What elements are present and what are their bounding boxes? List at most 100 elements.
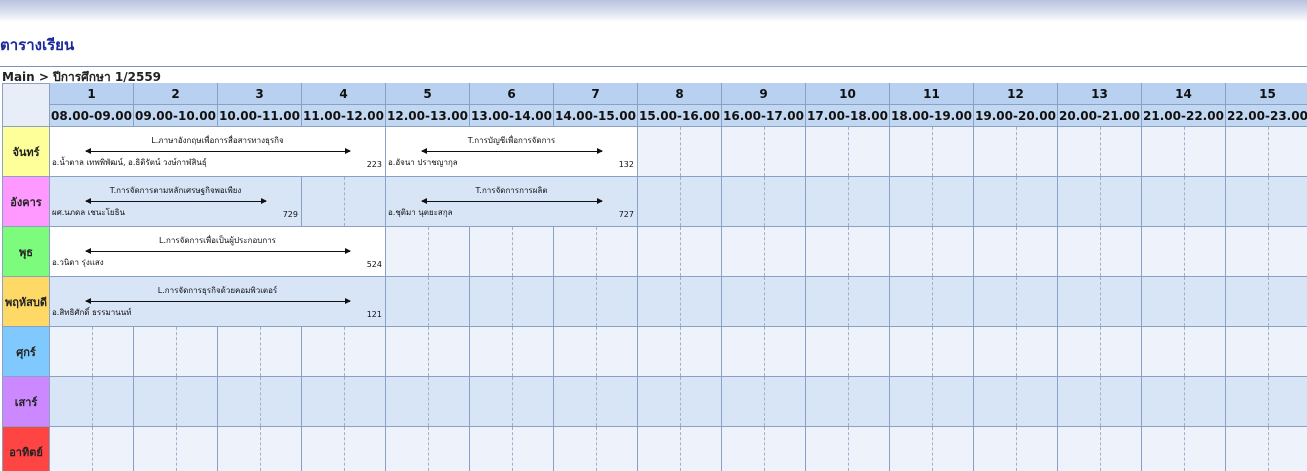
course-block[interactable]: T.การจัดการตามหลักเศรษฐกิจพอเพียง ผศ.นภดล…: [50, 177, 302, 227]
timetable-slot[interactable]: [722, 427, 806, 471]
timetable-slot[interactable]: [386, 427, 470, 471]
period-number-header: 10: [806, 83, 890, 105]
timetable-slot[interactable]: [638, 127, 722, 177]
timetable-slot[interactable]: [806, 227, 890, 277]
timetable-slot[interactable]: [1058, 277, 1142, 327]
timetable-slot[interactable]: [974, 127, 1058, 177]
timetable-slot[interactable]: [554, 377, 638, 427]
timetable-slot[interactable]: [386, 277, 470, 327]
timetable-slot[interactable]: [218, 327, 302, 377]
timetable-slot[interactable]: [722, 377, 806, 427]
timetable-slot[interactable]: [218, 377, 302, 427]
timetable-slot[interactable]: [1226, 127, 1307, 177]
timetable-slot[interactable]: [974, 277, 1058, 327]
top-banner: [0, 0, 1307, 22]
timetable-slot[interactable]: [386, 327, 470, 377]
timetable-slot[interactable]: [302, 177, 386, 227]
timetable-slot[interactable]: [890, 327, 974, 377]
timetable-slot[interactable]: [1142, 277, 1226, 327]
timetable-slot[interactable]: [722, 277, 806, 327]
timetable-slot[interactable]: [218, 427, 302, 471]
timetable-slot[interactable]: [722, 127, 806, 177]
timetable-slot[interactable]: [1226, 327, 1307, 377]
day-label: ศุกร์: [2, 327, 50, 377]
timetable-slot[interactable]: [638, 277, 722, 327]
timetable-slot[interactable]: [1226, 427, 1307, 471]
timetable-slot[interactable]: [1142, 427, 1226, 471]
timetable-slot[interactable]: [890, 227, 974, 277]
timetable-slot[interactable]: [1058, 377, 1142, 427]
timetable-slot[interactable]: [806, 127, 890, 177]
timetable-slot[interactable]: [134, 327, 218, 377]
timetable-slot[interactable]: [974, 227, 1058, 277]
timetable-slot[interactable]: [302, 327, 386, 377]
period-number-header: 15: [1226, 83, 1307, 105]
timetable-slot[interactable]: [890, 277, 974, 327]
timetable-slot[interactable]: [470, 277, 554, 327]
timetable-slot[interactable]: [806, 177, 890, 227]
course-room: 524: [366, 260, 382, 269]
timetable-slot[interactable]: [806, 327, 890, 377]
timetable-slot[interactable]: [1226, 277, 1307, 327]
timetable-slot[interactable]: [554, 427, 638, 471]
timetable-slot[interactable]: [1142, 177, 1226, 227]
timetable-slot[interactable]: [1142, 127, 1226, 177]
timetable-slot[interactable]: [638, 327, 722, 377]
timetable-slot[interactable]: [470, 377, 554, 427]
course-teacher: อ.อัจนา ปราชญากุล: [388, 158, 458, 167]
timetable-slot[interactable]: [974, 177, 1058, 227]
timetable-slot[interactable]: [722, 327, 806, 377]
timetable-slot[interactable]: [1058, 227, 1142, 277]
timetable-slot[interactable]: [722, 227, 806, 277]
timetable-slot[interactable]: [1226, 227, 1307, 277]
timetable-slot[interactable]: [302, 377, 386, 427]
timetable-slot[interactable]: [974, 377, 1058, 427]
timetable-slot[interactable]: [386, 227, 470, 277]
timetable-slot[interactable]: [638, 427, 722, 471]
timetable-slot[interactable]: [554, 327, 638, 377]
course-block[interactable]: L.ภาษาอังกฤษเพื่อการสื่อสารทางธุรกิจ อ.น้…: [50, 127, 386, 177]
timetable-slot[interactable]: [638, 177, 722, 227]
timetable-slot[interactable]: [470, 427, 554, 471]
timetable-slot[interactable]: [1058, 327, 1142, 377]
timetable-slot[interactable]: [890, 177, 974, 227]
timetable-slot[interactable]: [1142, 377, 1226, 427]
course-teacher: อ.สิทธิศักดิ์ ธรรมานนท์: [52, 308, 132, 317]
timetable-slot[interactable]: [50, 377, 134, 427]
timetable-slot[interactable]: [974, 327, 1058, 377]
period-time-header: 13.00-14.00: [470, 105, 554, 127]
timetable-slot[interactable]: [890, 127, 974, 177]
course-block[interactable]: L.การจัดการเพื่อเป็นผู้ประกอบการ อ.วนิดา …: [50, 227, 386, 277]
timetable-slot[interactable]: [1058, 127, 1142, 177]
timetable-slot[interactable]: [722, 177, 806, 227]
timetable-slot[interactable]: [806, 277, 890, 327]
timetable-slot[interactable]: [1226, 177, 1307, 227]
period-time-header: 08.00-09.00: [50, 105, 134, 127]
course-block[interactable]: L.การจัดการธุรกิจด้วยคอมพิวเตอร์อ.สิทธิศ…: [50, 277, 386, 327]
timetable-slot[interactable]: [1142, 327, 1226, 377]
timetable-slot[interactable]: [638, 227, 722, 277]
timetable-slot[interactable]: [806, 427, 890, 471]
timetable-slot[interactable]: [554, 277, 638, 327]
timetable-slot[interactable]: [134, 377, 218, 427]
timetable-slot[interactable]: [638, 377, 722, 427]
timetable-slot[interactable]: [974, 427, 1058, 471]
timetable-slot[interactable]: [50, 327, 134, 377]
timetable-slot[interactable]: [470, 227, 554, 277]
timetable-slot[interactable]: [1226, 377, 1307, 427]
timetable-slot[interactable]: [134, 427, 218, 471]
timetable-slot[interactable]: [302, 427, 386, 471]
course-name: L.การจัดการธุรกิจด้วยคอมพิวเตอร์: [157, 286, 278, 295]
course-block[interactable]: T.การบัญชีเพื่อการจัดการ อ.อัจนา ปราชญากุ…: [386, 127, 638, 177]
timetable-slot[interactable]: [890, 427, 974, 471]
timetable-slot[interactable]: [890, 377, 974, 427]
timetable-slot[interactable]: [386, 377, 470, 427]
timetable-slot[interactable]: [1058, 177, 1142, 227]
timetable-slot[interactable]: [1058, 427, 1142, 471]
timetable-slot[interactable]: [554, 227, 638, 277]
timetable-slot[interactable]: [806, 377, 890, 427]
timetable-slot[interactable]: [470, 327, 554, 377]
timetable-slot[interactable]: [1142, 227, 1226, 277]
timetable-slot[interactable]: [50, 427, 134, 471]
course-block[interactable]: T.การจัดการการผลิต อ.ชุติมา นุตยะสกุล 727: [386, 177, 638, 227]
